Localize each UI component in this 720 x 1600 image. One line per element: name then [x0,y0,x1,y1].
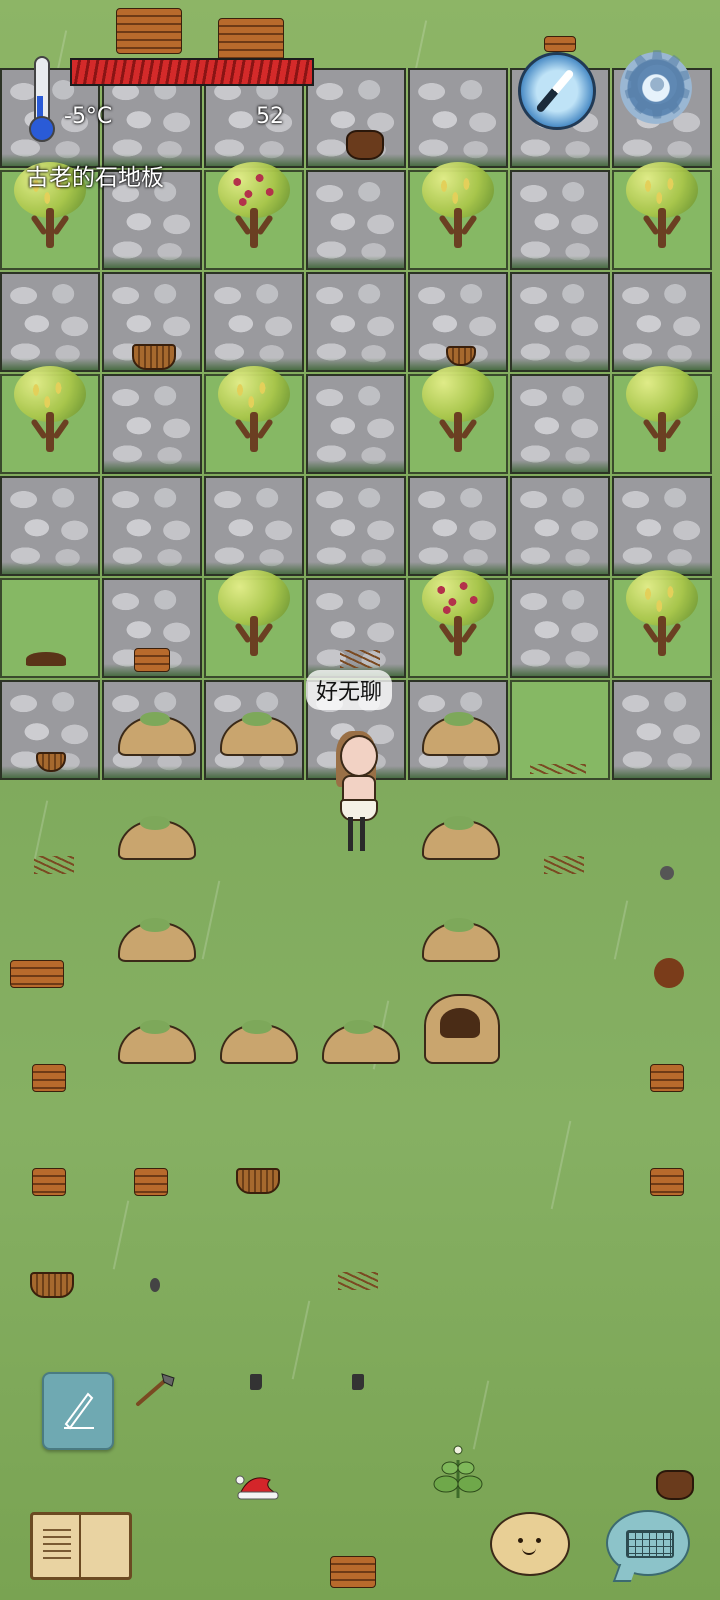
fruit-tree[interactable] [214,364,294,454]
potato-face-icon[interactable] [490,1512,570,1576]
dirt-mound[interactable] [118,918,196,962]
dirt-pile[interactable] [26,652,66,666]
stone-floor-tile[interactable] [306,170,406,270]
kindling[interactable] [34,856,74,874]
stone-floor-tile[interactable] [612,680,712,780]
basket[interactable] [30,1272,74,1298]
stone-floor-tile[interactable] [102,476,202,576]
stone-floor-tile[interactable] [612,272,712,372]
stone-floor-tile[interactable] [0,476,100,576]
basket[interactable] [236,1168,280,1194]
hatchet-icon[interactable] [132,1372,178,1408]
boot[interactable] [352,1374,364,1390]
basket[interactable] [132,344,176,370]
stone-floor-tile[interactable] [408,68,508,168]
sharp-stone[interactable] [150,1278,160,1292]
dirt-mound[interactable] [422,816,500,860]
fallen-branch[interactable] [530,764,586,774]
firewood-pile[interactable] [544,36,576,52]
round-stone[interactable] [660,866,674,880]
kindling[interactable] [338,1272,378,1290]
speech-bubble: 好无聊 [306,670,393,710]
stone-floor-tile[interactable] [102,374,202,474]
firewood-pile[interactable] [32,1168,66,1196]
fruit-tree[interactable] [10,364,90,454]
boot[interactable] [250,1374,262,1390]
dirt-mound[interactable] [220,1020,298,1064]
berry-tree[interactable] [418,568,498,658]
stone-floor-tile[interactable] [0,272,100,372]
firewood-pile[interactable] [134,1168,168,1196]
stone-floor-tile[interactable] [510,476,610,576]
adobe-oven[interactable] [424,994,500,1064]
fruit-tree[interactable] [622,160,702,250]
pencil-icon[interactable] [42,1372,114,1450]
wild-plant-icon[interactable] [430,1440,486,1500]
firewood-pile[interactable] [116,8,182,54]
burdock-root[interactable] [654,958,684,988]
player-character[interactable] [330,731,380,855]
tree-stump[interactable] [656,1470,694,1500]
fruit-tree[interactable] [214,568,294,658]
health-bar [70,58,314,86]
stone-floor-tile[interactable] [204,272,304,372]
game-world[interactable]: 好无聊 [0,0,720,1600]
firewood-pile[interactable] [650,1064,684,1092]
tree-stump[interactable] [346,130,384,160]
gear-icon[interactable] [616,32,698,139]
keyboard-icon[interactable] [606,1510,690,1576]
firewood-pile[interactable] [330,1556,376,1588]
dirt-mound[interactable] [322,1020,400,1064]
kindling[interactable] [340,650,380,668]
stone-floor-tile[interactable] [510,170,610,270]
firewood-pile[interactable] [10,960,64,988]
stone-floor-tile[interactable] [306,476,406,576]
location-label: 古老的石地板 [26,165,164,191]
stone-floor-tile[interactable] [510,272,610,372]
stone-floor-tile[interactable] [408,476,508,576]
stone-floor-tile[interactable] [612,476,712,576]
dirt-mound[interactable] [422,918,500,962]
firewood-pile[interactable] [650,1168,684,1196]
fruit-tree[interactable] [622,568,702,658]
dirt-mound[interactable] [118,816,196,860]
temperature-readout: -5°C [64,104,113,129]
food-counter: 52 [256,104,284,129]
dirt-mound[interactable] [118,1020,196,1064]
fruit-tree[interactable] [418,160,498,250]
fruit-tree[interactable] [622,364,702,454]
stone-floor-tile[interactable] [306,374,406,474]
stone-floor-tile[interactable] [510,578,610,678]
berry-tree[interactable] [214,160,294,250]
stone-floor-tile[interactable] [306,272,406,372]
santa-hat-icon[interactable] [234,1470,282,1500]
stone-floor-tile[interactable] [510,374,610,474]
fruit-tree[interactable] [418,364,498,454]
firewood-pile[interactable] [134,648,170,672]
stone-floor-tile[interactable] [204,476,304,576]
thermometer-icon [26,56,55,142]
kindling[interactable] [544,856,584,874]
book-icon[interactable] [30,1512,132,1580]
compass-icon[interactable] [518,52,596,130]
firewood-pile[interactable] [32,1064,66,1092]
